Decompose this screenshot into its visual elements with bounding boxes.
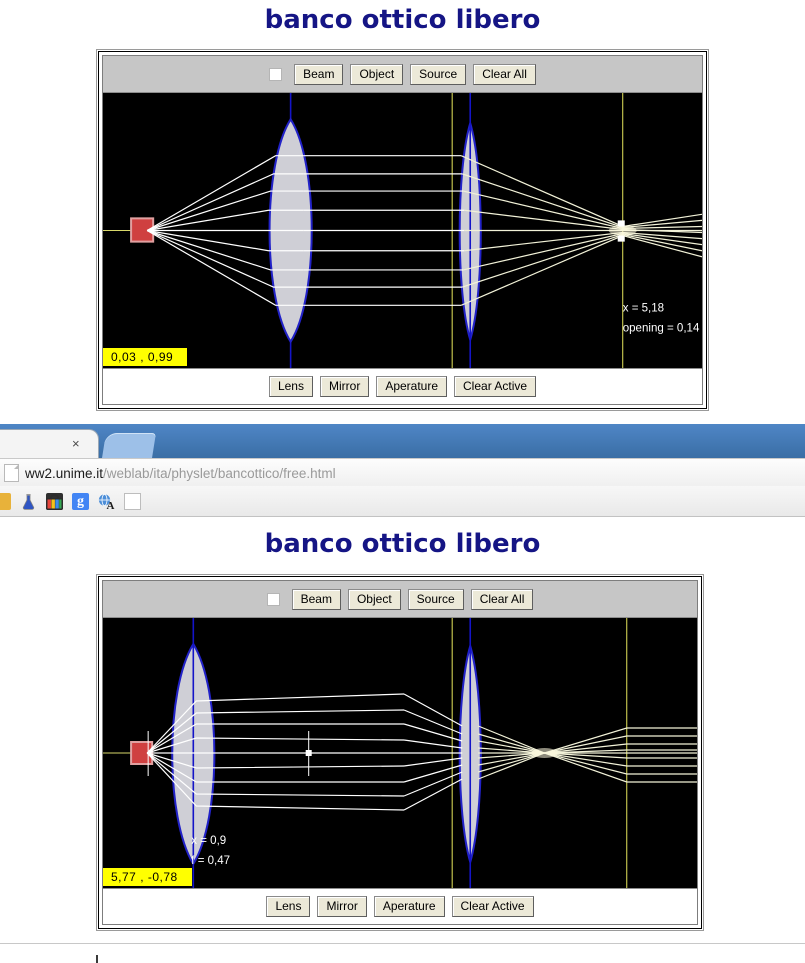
lens-button-bottom[interactable]: Lens <box>266 896 311 917</box>
ray-bundle-collimated <box>303 155 465 306</box>
shopping-bag-glyph <box>46 493 63 510</box>
mirror-button-top[interactable]: Mirror <box>319 376 370 397</box>
applet-inner-bottom: Beam Object Source Clear All x = 0,9 f =… <box>102 580 698 925</box>
aperture-handle-lower <box>617 235 625 242</box>
aperture-x-label: x = 5,18 <box>623 302 664 314</box>
clear-active-button-top[interactable]: Clear Active <box>454 376 537 397</box>
google-icon[interactable]: g <box>72 492 89 510</box>
applet-inner-top: Beam Object Source Clear All x = 5,18 op… <box>102 55 703 405</box>
document-icon[interactable] <box>124 492 141 510</box>
object-handle <box>305 750 312 756</box>
optics-diagram-top: x = 5,18 opening = 0,14 <box>103 93 702 368</box>
flask-glyph <box>22 493 35 510</box>
optics-canvas-top[interactable]: x = 5,18 opening = 0,14 0,03 , 0,99 <box>103 92 702 369</box>
svg-text:A: A <box>107 500 115 510</box>
optics-diagram-bottom: x = 0,9 f = 0,47 <box>103 618 697 888</box>
beam-button-bottom[interactable]: Beam <box>291 588 341 610</box>
ray-bundle-mid <box>403 693 463 811</box>
url-path: /weblab/ita/physlet/bancottico/free.html <box>103 465 336 481</box>
beam-checkbox-top[interactable] <box>269 67 283 81</box>
browser-chrome: × ww2.unime.it/weblab/ita/physlet/bancot… <box>0 424 805 519</box>
focus-glow <box>608 225 637 236</box>
clear-active-button-bottom[interactable]: Clear Active <box>451 896 534 917</box>
toolbar-bottom: Beam Object Source Clear All <box>103 581 697 617</box>
aperature-button-top[interactable]: Aperature <box>376 376 448 397</box>
page-title-bottom: banco ottico libero <box>264 529 541 559</box>
url-host: ww2.unime.it <box>25 465 104 481</box>
translate-icon[interactable]: A <box>98 493 115 512</box>
beam-button-top[interactable]: Beam <box>294 63 344 85</box>
source-button-top[interactable]: Source <box>410 63 467 85</box>
flask-icon[interactable] <box>20 493 37 510</box>
toolbar-top: Beam Object Source Clear All <box>103 56 702 92</box>
ray-bundle-converging <box>460 155 702 306</box>
page-title-top: banco ottico libero <box>264 5 541 35</box>
clear-all-button-top[interactable]: Clear All <box>473 63 536 85</box>
page-divider <box>0 943 805 944</box>
coordinate-readout-top: 0,03 , 0,99 <box>103 348 188 366</box>
aperture-opening-label: opening = 0,14 <box>623 323 700 335</box>
address-bar[interactable]: ww2.unime.it/weblab/ita/physlet/bancotti… <box>0 458 805 488</box>
shopping-bag-icon[interactable] <box>46 492 63 510</box>
translate-glyph: A <box>98 493 115 512</box>
lens-x-label: x = 0,9 <box>191 835 226 847</box>
clear-all-button-bottom[interactable]: Clear All <box>470 588 534 610</box>
lens-f-label: f = 0,47 <box>191 855 230 867</box>
page-tick-mark <box>96 955 98 963</box>
footer-toolbar-bottom: Lens Mirror Aperature Clear Active <box>103 889 697 924</box>
new-tab-button[interactable] <box>102 433 156 458</box>
applet-panel-top: Beam Object Source Clear All x = 5,18 op… <box>98 51 707 409</box>
tab-strip: × <box>0 424 805 458</box>
source-button-bottom[interactable]: Source <box>407 588 464 610</box>
lens-button-top[interactable]: Lens <box>268 376 313 397</box>
bookmarks-bar: g A <box>0 486 805 517</box>
url-text: ww2.unime.it/weblab/ita/physlet/bancotti… <box>25 466 336 481</box>
optics-canvas-bottom[interactable]: x = 0,9 f = 0,47 5,77 , -0,78 <box>103 617 697 889</box>
object-button-top[interactable]: Object <box>350 63 404 85</box>
close-icon[interactable]: × <box>72 437 80 450</box>
focus-glow <box>531 748 558 758</box>
object-button-bottom[interactable]: Object <box>347 588 401 610</box>
mirror-button-bottom[interactable]: Mirror <box>317 896 367 917</box>
coordinate-readout-bottom: 5,77 , -0,78 <box>103 868 192 886</box>
aperture-handle-upper <box>617 220 625 227</box>
aperature-button-bottom[interactable]: Aperature <box>373 896 445 917</box>
orange-partial-icon[interactable] <box>0 492 11 510</box>
page-icon <box>4 464 19 482</box>
applet-panel-bottom: Beam Object Source Clear All x = 0,9 f =… <box>98 576 702 929</box>
beam-checkbox-bottom[interactable] <box>266 592 280 606</box>
ray-bundle-right <box>478 725 697 783</box>
footer-toolbar-top: Lens Mirror Aperature Clear Active <box>103 369 702 404</box>
browser-tab-active[interactable]: × <box>0 430 98 458</box>
